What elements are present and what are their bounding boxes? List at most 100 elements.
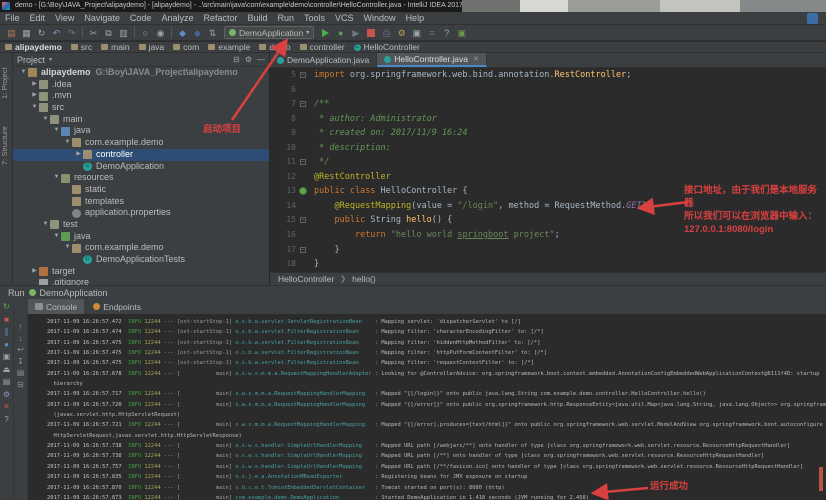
tree-expanded-arrow[interactable]: ▼ [41, 219, 50, 231]
editor-tab-hellocontroller-java[interactable]: HelloController.java✕ [377, 53, 487, 67]
menu-item-analyze[interactable]: Analyze [156, 12, 198, 25]
tree-item-controller[interactable]: ▶controller [13, 149, 269, 161]
fold-icon[interactable]: – [300, 159, 306, 165]
tree-expanded-arrow[interactable]: ▼ [41, 114, 50, 126]
pause-icon[interactable]: ∥ [5, 328, 9, 336]
open-icon[interactable]: ▤ [4, 26, 19, 40]
tree-expanded-arrow[interactable]: ▼ [19, 67, 28, 79]
help-icon[interactable]: ? [4, 416, 8, 424]
tree-collapsed-arrow[interactable]: ▶ [74, 149, 83, 161]
breadcrumb-item-alipaydemo[interactable]: alipaydemo [5, 42, 62, 52]
breadcrumb-item-hellocontroller[interactable]: CHelloController [354, 42, 420, 52]
tree-expanded-arrow[interactable]: ▼ [63, 242, 72, 254]
coverage-button[interactable]: ▶ [348, 26, 363, 40]
tree-item-resources[interactable]: ▼resources [13, 172, 269, 184]
run-button[interactable] [322, 29, 329, 37]
menu-item-code[interactable]: Code [125, 12, 157, 25]
rerun-icon[interactable]: ↻ [3, 303, 10, 311]
dump-icon[interactable]: ▣ [3, 353, 11, 361]
tree-collapsed-arrow[interactable]: ▶ [30, 266, 39, 278]
run-configuration-select[interactable]: DemoApplication▾ [224, 26, 314, 39]
close-icon[interactable]: ✕ [3, 403, 10, 411]
stop-icon[interactable]: ■ [4, 316, 9, 324]
settings-icon[interactable]: ⚙ [245, 55, 252, 64]
tree-item-java[interactable]: ▼java [13, 231, 269, 243]
tree-item-demoapplicationtests[interactable]: CDemoApplicationTests [13, 254, 269, 266]
up-stack-icon[interactable]: ↑ [19, 323, 23, 331]
tree-expanded-arrow[interactable]: ▼ [63, 137, 72, 149]
menu-item-refactor[interactable]: Refactor [198, 12, 242, 25]
tree-item-alipaydemo[interactable]: ▼alipaydemoG:\Boy\JAVA_Project\alipaydem… [13, 67, 269, 79]
run-tab-console[interactable]: Console [28, 299, 84, 314]
tree-item--mvn[interactable]: ▶.mvn [13, 90, 269, 102]
breadcrumb-item-java[interactable]: java [139, 42, 165, 52]
spring-bean-icon[interactable] [299, 187, 307, 195]
sidebar-item-project[interactable]: 1: Project [0, 57, 13, 109]
tree-expanded-arrow[interactable]: ▼ [52, 125, 61, 137]
tree-item-test[interactable]: ▼test [13, 219, 269, 231]
editor-breadcrumb-item[interactable]: HelloController [278, 274, 334, 284]
sdk-icon[interactable]: ▣ [454, 26, 469, 40]
hide-icon[interactable]: — [257, 55, 265, 64]
save-icon[interactable]: ▦ [19, 26, 34, 40]
menu-item-file[interactable]: File [0, 12, 25, 25]
paste-icon[interactable]: ▥ [116, 26, 131, 40]
resume-icon[interactable]: ● [4, 341, 9, 349]
editor-tab-demoapplication-java[interactable]: DemoApplication.java [270, 53, 377, 67]
menu-item-build[interactable]: Build [242, 12, 272, 25]
tree-item-static[interactable]: static [13, 184, 269, 196]
tree-item-demoapplication[interactable]: CDemoApplication [13, 161, 269, 173]
tree-expanded-arrow[interactable]: ▼ [52, 172, 61, 184]
forward-icon[interactable]: ◆ [190, 26, 205, 40]
tree-expanded-arrow[interactable]: ▼ [52, 231, 61, 243]
find-icon[interactable]: ○ [138, 26, 153, 40]
down-stack-icon[interactable]: ↓ [19, 335, 23, 343]
monitor-icon[interactable]: ▤ [3, 378, 11, 386]
copy-icon[interactable]: ⧉ [101, 26, 116, 40]
console-output[interactable]: 2017-11-09 16:26:57.472 INFO 12244 --- [… [28, 314, 826, 500]
clear-icon[interactable]: ⊟ [17, 381, 24, 389]
exit-icon[interactable]: ⏏ [3, 366, 11, 374]
tree-item-com-example-demo[interactable]: ▼com.example.demo [13, 137, 269, 149]
menu-item-tools[interactable]: Tools [299, 12, 330, 25]
compare-icon[interactable]: ⇅ [205, 26, 220, 40]
breadcrumb-item-example[interactable]: example [208, 42, 250, 52]
fold-icon[interactable]: – [300, 247, 306, 253]
scroll-end-icon[interactable]: ↧ [17, 358, 24, 366]
menu-item-window[interactable]: Window [359, 12, 401, 25]
menu-item-navigate[interactable]: Navigate [79, 12, 125, 25]
profiler-icon[interactable]: ⎙ [379, 26, 394, 40]
fold-icon[interactable]: – [300, 101, 306, 107]
debug-button[interactable]: ● [333, 26, 348, 40]
close-icon[interactable]: ✕ [473, 55, 479, 63]
settings-icon[interactable]: ⚙ [394, 26, 409, 40]
breadcrumb-item-controller[interactable]: controller [300, 42, 345, 52]
breadcrumb-item-main[interactable]: main [101, 42, 129, 52]
tree-item-application-properties[interactable]: application.properties [13, 207, 269, 219]
tree-item--gitignore[interactable]: .gitignore [13, 277, 269, 285]
tree-item-templates[interactable]: templates [13, 196, 269, 208]
menu-item-edit[interactable]: Edit [25, 12, 51, 25]
project-structure-icon[interactable]: ▣ [409, 26, 424, 40]
project-view-selector[interactable]: Project [17, 55, 45, 65]
help-icon[interactable]: ? [439, 26, 454, 40]
redo-icon[interactable]: ↷ [64, 26, 79, 40]
menu-item-view[interactable]: View [50, 12, 79, 25]
tree-item--idea[interactable]: ▶.idea [13, 79, 269, 91]
back-icon[interactable]: ◆ [175, 26, 190, 40]
breadcrumb-item-demo[interactable]: demo [259, 42, 290, 52]
settings-icon[interactable]: ⚙ [3, 391, 10, 399]
fold-icon[interactable]: – [300, 217, 306, 223]
collapse-all-icon[interactable]: ⊟ [233, 55, 240, 64]
cut-icon[interactable]: ✂ [86, 26, 101, 40]
undo-icon[interactable]: ↶ [49, 26, 64, 40]
menu-item-help[interactable]: Help [401, 12, 430, 25]
code-editor[interactable]: 5–import org.springframework.web.bind.an… [270, 68, 826, 272]
menu-item-vcs[interactable]: VCS [330, 12, 359, 25]
editor-breadcrumb-item[interactable]: hello() [352, 274, 376, 284]
sync-icon[interactable]: ↻ [34, 26, 49, 40]
tree-collapsed-arrow[interactable]: ▶ [30, 79, 39, 91]
chevron-down-icon[interactable]: ▾ [49, 56, 52, 63]
print-icon[interactable]: ▤ [17, 369, 25, 377]
tree-item-target[interactable]: ▶target [13, 266, 269, 278]
